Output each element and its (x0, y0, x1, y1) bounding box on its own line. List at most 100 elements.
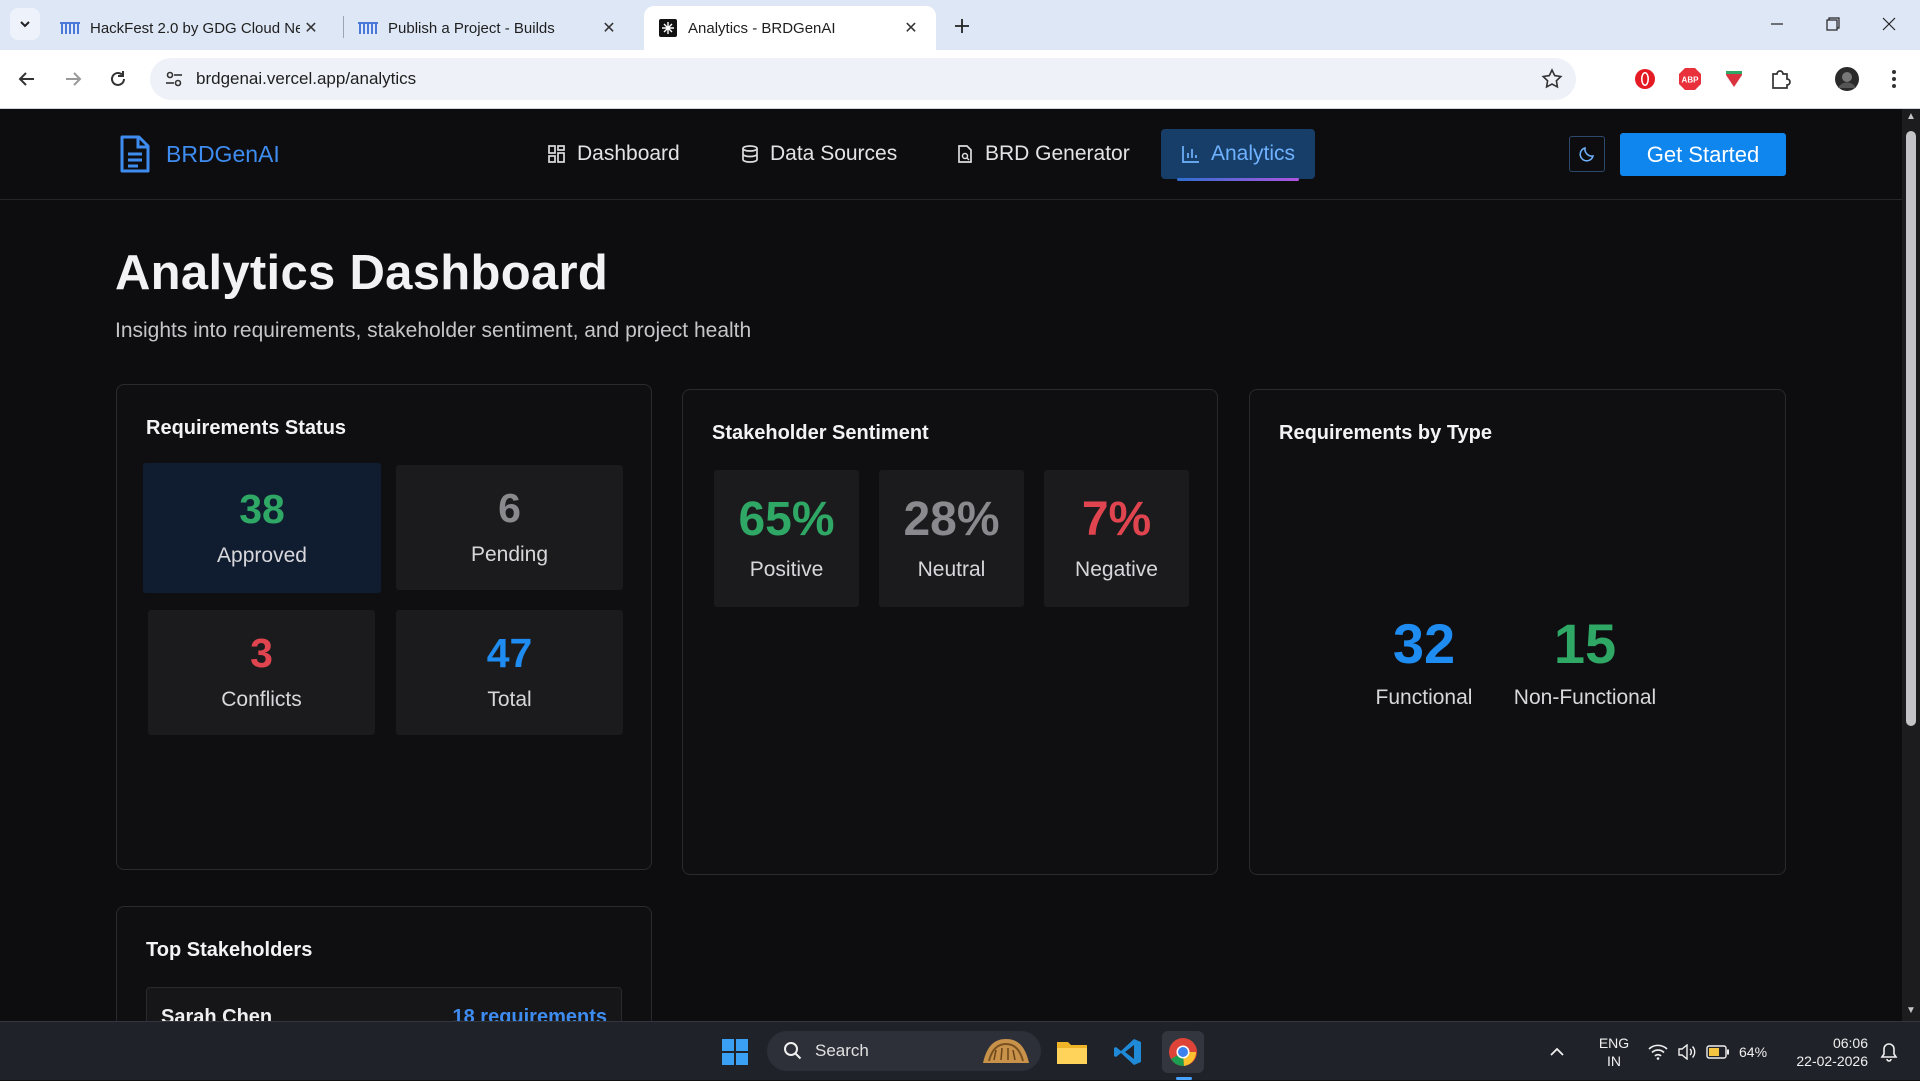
reload-button[interactable] (103, 64, 133, 94)
requirements-by-type-card: Requirements by Type 32 Functional 15 No… (1249, 389, 1786, 875)
sentiment-tile-negative: 7% Negative (1044, 470, 1189, 607)
stakeholder-count: 18 requirements (452, 1006, 607, 1021)
clock[interactable]: 06:06 22-02-2026 (1784, 1022, 1868, 1081)
card-title: Stakeholder Sentiment (712, 422, 929, 444)
sentiment-tile-positive: 65% Positive (714, 470, 859, 607)
minimize-icon (1771, 23, 1783, 25)
opera-extension-icon[interactable] (1631, 65, 1659, 93)
close-tab-icon[interactable]: ✕ (598, 17, 620, 39)
back-button[interactable] (12, 64, 42, 94)
nav-analytics[interactable]: Analytics (1161, 129, 1316, 181)
type-stat-functional: 32 Functional (1354, 616, 1494, 710)
page-scrollbar[interactable]: ▲ ▼ (1902, 109, 1920, 1021)
taskbar-search-box[interactable]: Search (767, 1031, 1041, 1071)
more-menu-icon[interactable] (1880, 65, 1908, 93)
close-icon (1882, 17, 1896, 31)
forward-button[interactable] (58, 64, 88, 94)
status-tile-pending: 6 Pending (396, 465, 623, 590)
get-started-button[interactable]: Get Started (1620, 133, 1786, 176)
nav-data-sources[interactable]: Data Sources (720, 129, 917, 179)
theme-toggle-button[interactable] (1569, 136, 1605, 172)
minimize-button[interactable] (1754, 10, 1800, 38)
bell-icon (1880, 1043, 1898, 1062)
nav-label: Analytics (1211, 142, 1296, 165)
close-window-button[interactable] (1866, 10, 1912, 38)
wifi-icon (1648, 1044, 1668, 1060)
database-icon (742, 145, 758, 163)
status-value: 3 (250, 630, 273, 676)
folder-icon (1057, 1042, 1087, 1064)
bookmark-star-icon[interactable] (1540, 67, 1564, 91)
start-button[interactable] (714, 1031, 756, 1073)
nav-label: Data Sources (770, 142, 898, 165)
sentiment-value: 65% (738, 492, 835, 546)
vscode-button[interactable] (1107, 1031, 1149, 1073)
tab-search-button[interactable] (10, 8, 40, 40)
language-indicator[interactable]: ENG IN (1594, 1022, 1634, 1081)
search-placeholder: Search (815, 1041, 869, 1060)
browser-tab[interactable]: Publish a Project - Builds ✕ (344, 6, 634, 50)
status-value: 38 (239, 485, 285, 532)
site-settings-icon[interactable] (164, 69, 184, 89)
tab-title: Analytics - BRDGenAI (688, 19, 836, 37)
clock-time: 06:06 (1832, 1034, 1868, 1051)
url-text: brdgenai.vercel.app/analytics (196, 69, 417, 88)
windows-logo-icon (722, 1039, 748, 1065)
browser-tab-strip: HackFest 2.0 by GDG Cloud New ✕ Publish … (0, 0, 1920, 50)
hackfest-favicon-icon (60, 18, 80, 38)
status-tile-total: 47 Total (396, 610, 623, 735)
windows-taskbar: Search ENG IN 64% 06:06 22-02-2026 (0, 1021, 1920, 1080)
show-hidden-icons-button[interactable] (1543, 1031, 1571, 1073)
web-page: BRDGenAI Dashboard Data Sources BRD Gene… (0, 109, 1902, 1021)
browser-tab-active[interactable]: Analytics - BRDGenAI ✕ (644, 6, 936, 50)
adblock-extension-icon[interactable]: ABP (1676, 65, 1704, 93)
arrow-right-icon (66, 72, 82, 86)
type-value: 32 (1392, 612, 1456, 675)
new-tab-button[interactable] (948, 12, 976, 40)
profile-avatar[interactable] (1833, 65, 1861, 93)
sentiment-value: 7% (1081, 492, 1152, 546)
scrollbar-thumb[interactable] (1906, 131, 1916, 726)
shield-extension-icon[interactable] (1720, 65, 1748, 93)
card-title: Requirements by Type (1279, 422, 1493, 444)
notifications-button[interactable] (1873, 1031, 1905, 1073)
file-explorer-button[interactable] (1051, 1031, 1093, 1073)
moon-icon (1579, 146, 1595, 162)
system-tray-status[interactable]: 64% (1648, 1022, 1767, 1081)
chrome-button[interactable] (1162, 1031, 1204, 1073)
sentiment-label: Negative (1075, 557, 1158, 581)
close-tab-icon[interactable]: ✕ (300, 17, 322, 39)
card-title: Requirements Status (146, 417, 347, 439)
close-tab-icon[interactable]: ✕ (900, 17, 922, 39)
scroll-down-arrow-icon[interactable]: ▼ (1906, 1005, 1916, 1017)
status-label: Approved (217, 543, 307, 567)
nav-dashboard[interactable]: Dashboard (527, 129, 700, 179)
tab-title: HackFest 2.0 by GDG Cloud New (90, 19, 300, 37)
nav-label: BRD Generator (985, 142, 1130, 165)
nav-label: Dashboard (577, 142, 680, 165)
stakeholder-sentiment-card: Stakeholder Sentiment 65% Positive 28% N… (682, 389, 1218, 875)
app-navbar: BRDGenAI Dashboard Data Sources BRD Gene… (0, 109, 1902, 200)
battery-icon (1706, 1044, 1729, 1059)
stakeholder-row[interactable]: Sarah Chen 18 requirements (146, 987, 622, 1021)
restore-button[interactable] (1810, 10, 1856, 38)
browser-tab[interactable]: HackFest 2.0 by GDG Cloud New ✕ (46, 6, 336, 50)
status-label: Conflicts (221, 688, 302, 711)
stakeholder-name: Sarah Chen (161, 1006, 273, 1021)
clock-date: 22-02-2026 (1796, 1052, 1868, 1069)
scroll-up-arrow-icon[interactable]: ▲ (1906, 111, 1916, 123)
address-bar[interactable]: brdgenai.vercel.app/analytics (150, 58, 1576, 100)
status-label: Total (487, 688, 532, 711)
status-label: Pending (470, 543, 549, 566)
reload-icon (111, 71, 125, 86)
brand-logo[interactable]: BRDGenAI (118, 135, 280, 173)
card-title: Top Stakeholders (146, 939, 313, 961)
status-tile-conflicts: 3 Conflicts (148, 610, 375, 735)
extensions-puzzle-icon[interactable] (1766, 65, 1794, 93)
top-stakeholders-card: Top Stakeholders Sarah Chen 18 requireme… (116, 906, 652, 1021)
battery-percent: 64% (1739, 1043, 1768, 1060)
browser-toolbar: brdgenai.vercel.app/analytics ABP (0, 50, 1920, 109)
requirements-status-card: Requirements Status 38 Approved 6 Pendin… (116, 384, 652, 870)
bar-chart-icon (1182, 146, 1199, 163)
nav-brd-generator[interactable]: BRD Generator (935, 129, 1150, 179)
